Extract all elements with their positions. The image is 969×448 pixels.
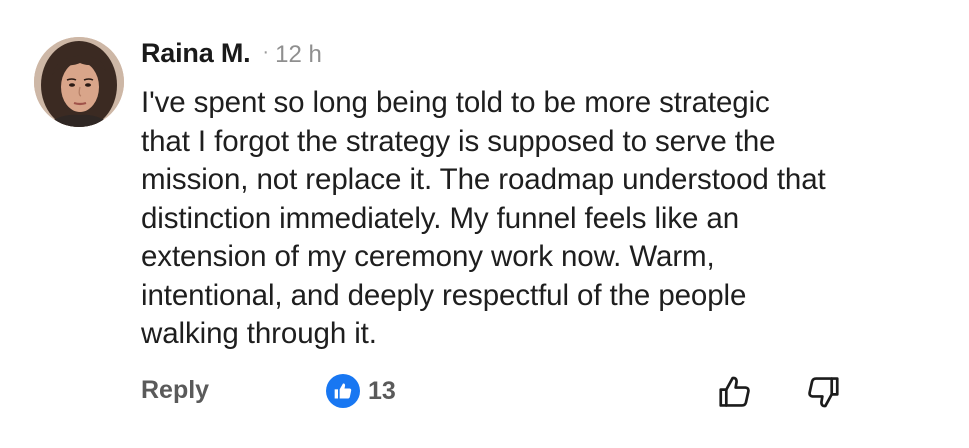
comment-body-line: walking through it. [141,317,377,350]
comment-header: Raina M. · 12 h [141,38,322,74]
author-name[interactable]: Raina M. [141,38,251,69]
thumbs-down-icon[interactable] [804,373,842,411]
comment-body-line: intentional, and deeply respectful of th… [141,278,747,312]
comment-body-line: mission, not replace it. The roadmap und… [141,163,826,196]
reply-button[interactable]: Reply [141,376,209,405]
comment-body: I've spent so long being told to be more… [141,84,951,354]
reaction-summary[interactable]: 13 [326,374,396,408]
comment-actions: Reply 13 [0,370,969,414]
avatar[interactable] [34,37,124,127]
timestamp[interactable]: 12 h [275,41,322,69]
comment-body-line: extension of my ceremony work now. Warm, [141,240,715,273]
comment-body-line: I've spent so long being told to be more… [141,86,770,119]
separator-dot: · [262,41,270,63]
comment-body-line: distinction immediately. My funnel feels… [141,201,740,235]
like-badge-icon [326,374,360,408]
reaction-count: 13 [368,376,396,405]
thumbs-up-icon[interactable] [716,373,754,411]
comment-body-line: that I forgot the strategy is supposed t… [141,124,776,158]
comment: Raina M. · 12 h I've spent so long being… [0,0,969,448]
avatar-image [34,37,124,127]
